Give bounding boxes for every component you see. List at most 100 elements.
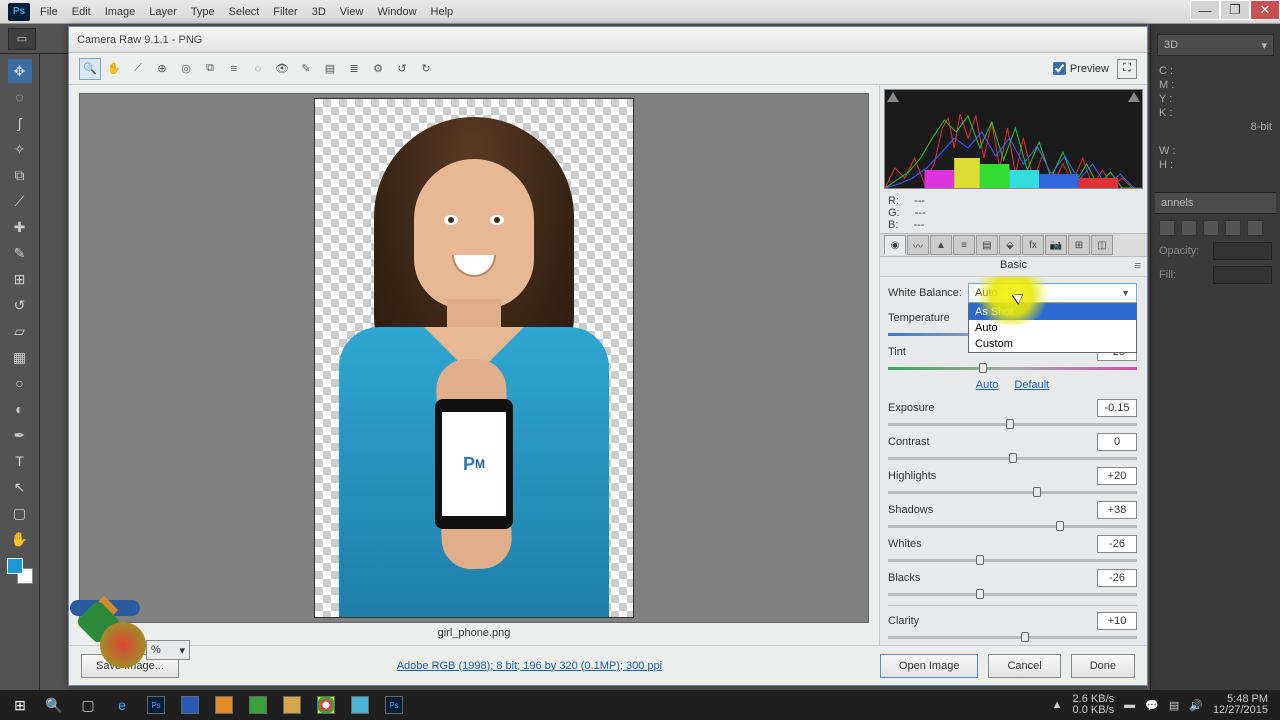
path-tool[interactable]: ↖ <box>8 475 32 499</box>
menu-select[interactable]: Select <box>229 6 260 18</box>
tab-camera[interactable]: 📷 <box>1045 235 1067 255</box>
targeted-adjust-icon[interactable]: ◎ <box>175 58 197 80</box>
hand-tool-icon[interactable]: ✋ <box>103 58 125 80</box>
wb-option-as-shot[interactable]: As Shot <box>969 304 1136 320</box>
menu-image[interactable]: Image <box>105 6 136 18</box>
rotate-ccw-icon[interactable]: ↺ <box>391 58 413 80</box>
network-icon[interactable]: ▤ <box>1169 699 1179 712</box>
marquee-tool[interactable]: ◌ <box>8 85 32 109</box>
default-link[interactable]: Default <box>1014 379 1049 391</box>
preview-checkbox[interactable]: Preview <box>1053 62 1109 75</box>
menu-type[interactable]: Type <box>191 6 215 18</box>
prefs-icon[interactable]: ⚙ <box>367 58 389 80</box>
tab-presets[interactable]: ⊞ <box>1068 235 1090 255</box>
panel-icon[interactable] <box>1181 220 1197 236</box>
highlight-clip-icon[interactable] <box>1128 92 1140 102</box>
contrast-slider[interactable] <box>888 453 1137 463</box>
color-sampler-icon[interactable]: ⊕ <box>151 58 173 80</box>
radial-filter-icon[interactable]: ≣ <box>343 58 365 80</box>
3d-mode-dropdown[interactable]: 3D▾ <box>1157 34 1274 56</box>
whites-value[interactable]: -26 <box>1097 535 1137 553</box>
workflow-link[interactable]: Adobe RGB (1998); 8 bit; 196 by 320 (0.1… <box>189 660 870 672</box>
dodge-tool[interactable]: ◐ <box>8 397 32 421</box>
highlights-slider[interactable] <box>888 487 1137 497</box>
current-tool-icon[interactable]: ▭ <box>8 28 36 50</box>
grad-filter-icon[interactable]: ▤ <box>319 58 341 80</box>
eraser-tool[interactable]: ▱ <box>8 319 32 343</box>
clock-date[interactable]: 12/27/2015 <box>1213 705 1268 716</box>
shadows-slider[interactable] <box>888 521 1137 531</box>
preview-canvas[interactable]: PM <box>79 93 869 623</box>
tab-hsl[interactable]: ≡ <box>953 235 975 255</box>
panel-icon[interactable] <box>1203 220 1219 236</box>
spot-removal-icon[interactable]: ◌ <box>247 58 269 80</box>
menu-layer[interactable]: Layer <box>149 6 177 18</box>
start-button[interactable]: ⊞ <box>4 692 36 718</box>
done-button[interactable]: Done <box>1071 654 1135 678</box>
straighten-icon[interactable]: ≡ <box>223 58 245 80</box>
chrome-icon[interactable] <box>310 692 342 718</box>
fullscreen-icon[interactable]: ⛶ <box>1117 59 1137 79</box>
blacks-slider[interactable] <box>888 589 1137 599</box>
maximize-button[interactable]: ❐ <box>1220 0 1250 20</box>
panel-icon[interactable] <box>1225 220 1241 236</box>
menu-edit[interactable]: Edit <box>72 6 91 18</box>
exposure-slider[interactable] <box>888 419 1137 429</box>
tab-lens[interactable]: ⬙ <box>999 235 1021 255</box>
edge-icon[interactable]: e <box>106 692 138 718</box>
app-icon[interactable] <box>208 692 240 718</box>
word-icon[interactable] <box>174 692 206 718</box>
ps-taskbar-icon-2[interactable]: Ps <box>378 692 410 718</box>
action-center-icon[interactable]: 💬 <box>1145 699 1159 712</box>
stamp-tool[interactable]: ⊞ <box>8 267 32 291</box>
menu-3d[interactable]: 3D <box>312 6 326 18</box>
volume-icon[interactable]: 🔊 <box>1189 699 1203 712</box>
contrast-value[interactable]: 0 <box>1097 433 1137 451</box>
whites-slider[interactable] <box>888 555 1137 565</box>
tab-fx[interactable]: fx <box>1022 235 1044 255</box>
shape-tool[interactable]: ▢ <box>8 501 32 525</box>
redeye-icon[interactable]: 👁 <box>271 58 293 80</box>
tab-curve[interactable]: 〰 <box>907 235 929 255</box>
explorer-icon[interactable] <box>276 692 308 718</box>
zoom-dropdown[interactable]: %▾ <box>146 640 190 660</box>
close-button[interactable]: ✕ <box>1250 0 1280 20</box>
fill-field[interactable] <box>1213 266 1272 284</box>
menu-filter[interactable]: Filter <box>273 6 297 18</box>
tray-up-icon[interactable]: ▲ <box>1052 699 1063 711</box>
clarity-slider[interactable] <box>888 632 1137 642</box>
cancel-button[interactable]: Cancel <box>988 654 1060 678</box>
brush-tool[interactable]: ✎ <box>8 241 32 265</box>
battery-icon[interactable]: ▬ <box>1124 699 1135 711</box>
eyedropper-tool[interactable]: ⟋ <box>8 189 32 213</box>
task-view-icon[interactable]: ▢ <box>72 692 104 718</box>
tab-split[interactable]: ▤ <box>976 235 998 255</box>
wand-tool[interactable]: ✧ <box>8 137 32 161</box>
exposure-value[interactable]: -0.15 <box>1097 399 1137 417</box>
move-tool[interactable]: ✥ <box>8 59 32 83</box>
lasso-tool[interactable]: ʃ <box>8 111 32 135</box>
panel-menu-icon[interactable]: ≡ <box>1135 260 1141 272</box>
history-brush-tool[interactable]: ↺ <box>8 293 32 317</box>
heal-tool[interactable]: ✚ <box>8 215 32 239</box>
hand-tool[interactable]: ✋ <box>8 527 32 551</box>
wb-picker-icon[interactable]: ⟋ <box>127 58 149 80</box>
blur-tool[interactable]: ○ <box>8 371 32 395</box>
wb-select[interactable]: Auto▼ <box>968 283 1137 303</box>
system-tray[interactable]: ▲ 2.6 KB/s0.0 KB/s ▬ 💬 ▤ 🔊 5:48 PM12/27/… <box>1052 694 1276 716</box>
color-swatches[interactable] <box>7 558 33 584</box>
tint-slider[interactable] <box>888 363 1137 373</box>
menu-view[interactable]: View <box>340 6 364 18</box>
channels-tab[interactable]: annels <box>1155 192 1276 214</box>
ps-taskbar-icon[interactable]: Ps <box>140 692 172 718</box>
adjust-brush-icon[interactable]: ✎ <box>295 58 317 80</box>
panel-icon[interactable] <box>1247 220 1263 236</box>
tab-detail[interactable]: ▲ <box>930 235 952 255</box>
gradient-tool[interactable]: ▦ <box>8 345 32 369</box>
panel-icon[interactable] <box>1159 220 1175 236</box>
app-icon[interactable] <box>242 692 274 718</box>
search-icon[interactable]: 🔍 <box>38 692 70 718</box>
type-tool[interactable]: T <box>8 449 32 473</box>
shadow-clip-icon[interactable] <box>887 92 899 102</box>
menu-help[interactable]: Help <box>431 6 454 18</box>
